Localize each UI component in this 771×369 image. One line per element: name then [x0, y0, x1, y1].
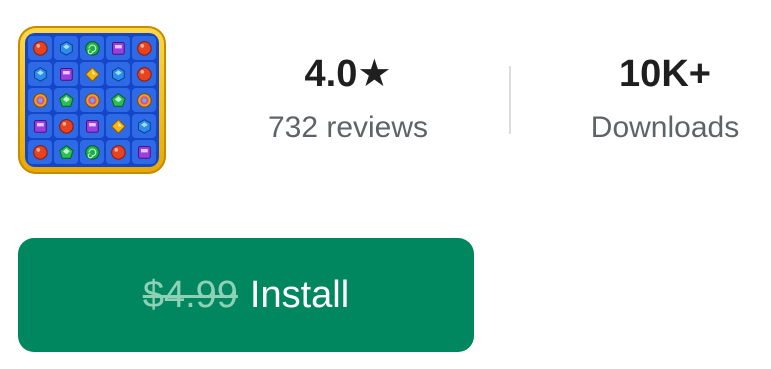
gem-cell — [54, 140, 78, 164]
green-swirl-gem-icon — [84, 40, 101, 57]
gem-cell — [132, 62, 156, 86]
gem-cell — [132, 88, 156, 112]
gem-cell — [54, 88, 78, 112]
multi-wheel-gem-icon — [136, 92, 153, 109]
gem-cell — [106, 140, 130, 164]
original-price: $4.99 — [142, 273, 238, 316]
blue-hex-gem-icon — [32, 66, 49, 83]
blue-hex-gem-icon — [110, 66, 127, 83]
blue-hex-gem-icon — [136, 118, 153, 135]
gem-cell — [80, 36, 104, 60]
gem-cell — [106, 88, 130, 112]
gem-board — [25, 33, 159, 167]
green-pentagon-gem-icon — [58, 144, 75, 161]
stat-divider — [509, 66, 511, 134]
downloads-stat: 10K+ Downloads — [570, 52, 760, 146]
green-swirl-gem-icon — [84, 144, 101, 161]
yellow-diamond-gem-icon — [110, 118, 127, 135]
blue-hex-gem-icon — [58, 40, 75, 57]
purple-square-gem-icon — [136, 144, 153, 161]
gem-cell — [80, 140, 104, 164]
gem-cell — [28, 140, 52, 164]
red-round-gem-icon — [32, 144, 49, 161]
gem-cell — [132, 36, 156, 60]
multi-wheel-gem-icon — [84, 92, 101, 109]
green-pentagon-gem-icon — [110, 92, 127, 109]
purple-square-gem-icon — [32, 118, 49, 135]
install-label: Install — [249, 273, 350, 316]
install-button[interactable]: $4.99 Install — [18, 238, 474, 352]
gem-cell — [28, 62, 52, 86]
gem-cell — [132, 140, 156, 164]
gem-cell — [106, 114, 130, 138]
yellow-diamond-gem-icon — [84, 66, 101, 83]
green-pentagon-gem-icon — [58, 92, 75, 109]
gem-cell — [80, 62, 104, 86]
red-round-gem-icon — [136, 40, 153, 57]
purple-square-gem-icon — [58, 66, 75, 83]
purple-square-gem-icon — [84, 118, 101, 135]
gem-cell — [80, 88, 104, 112]
gem-cell — [106, 62, 130, 86]
gem-cell — [28, 114, 52, 138]
rating-value: 4.0★ — [304, 53, 392, 95]
gem-cell — [28, 88, 52, 112]
red-round-gem-icon — [136, 66, 153, 83]
red-round-gem-icon — [110, 144, 127, 161]
gem-cell — [54, 62, 78, 86]
downloads-label: Downloads — [590, 111, 740, 144]
gem-cell — [106, 36, 130, 60]
red-round-gem-icon — [58, 118, 75, 135]
multi-wheel-gem-icon — [32, 92, 49, 109]
app-icon — [18, 26, 166, 174]
gem-cell — [28, 36, 52, 60]
gem-cell — [54, 114, 78, 138]
reviews-count: 732 reviews — [267, 111, 429, 144]
rating-stat: 4.0★ 732 reviews — [248, 52, 448, 146]
gem-cell — [132, 114, 156, 138]
red-round-gem-icon — [32, 40, 49, 57]
gem-cell — [80, 114, 104, 138]
purple-square-gem-icon — [110, 40, 127, 57]
gem-cell — [54, 36, 78, 60]
downloads-value: 10K+ — [619, 53, 711, 95]
